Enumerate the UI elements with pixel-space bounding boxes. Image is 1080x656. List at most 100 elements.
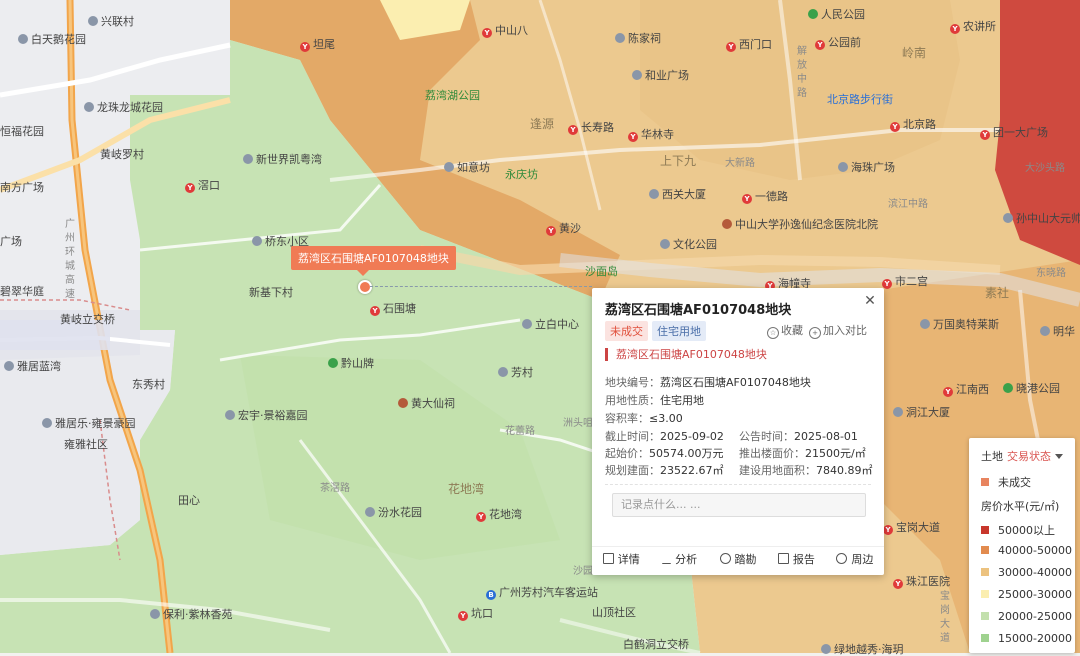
status-badge: 未成交 [605, 321, 648, 341]
map-label-temple[interactable]: 中山大学孙逸仙纪念医院北院 [722, 218, 878, 231]
map-label-poi[interactable]: 明华 [1040, 325, 1075, 338]
map-label-metro[interactable]: Y 中山八 [482, 24, 528, 38]
field-deadline: 截止时间：2025-09-02 [605, 430, 724, 443]
field-announce: 公告时间：2025-08-01 [739, 430, 858, 443]
map-label-poi[interactable]: 宏宇·景裕嘉园 [225, 409, 308, 422]
favorite-button[interactable]: ☆ 收藏 [767, 322, 803, 339]
map-label-metro[interactable]: Y 西门口 [726, 38, 772, 52]
map-label-metro[interactable]: Y 宝岗大道 [883, 521, 940, 535]
map-label-green[interactable]: 永庆坊 [505, 168, 538, 181]
map-label-poi[interactable]: 文化公园 [660, 238, 717, 251]
popup-divider [605, 484, 871, 485]
map-label-poi[interactable]: 新世界凯粤湾 [243, 153, 322, 166]
legend-price-item: 50000以上 [981, 522, 1055, 538]
add-compare-button[interactable]: + 加入对比 [809, 322, 867, 339]
close-icon[interactable]: ✕ [860, 291, 880, 311]
metro-icon: Y [300, 42, 310, 52]
map-label-poi[interactable]: 海珠广场 [838, 161, 895, 174]
map-label-metro[interactable]: Y 石围塘 [370, 302, 416, 316]
bus-icon: B [486, 590, 496, 600]
map-label-poi[interactable]: 如意坊 [444, 161, 490, 174]
memo-input[interactable]: 记录点什么... ... [612, 493, 866, 517]
legend-price-item: 40000-50000 [981, 544, 1072, 557]
popup-title: 荔湾区石围塘AF0107048地块 [605, 303, 792, 318]
map-label-temple[interactable]: 黄大仙祠 [398, 397, 455, 410]
target-icon [836, 553, 848, 564]
map-label-road: 解放中路 [797, 46, 807, 99]
map-label-poi[interactable]: 汾水花园 [365, 506, 422, 519]
chevron-down-icon [1055, 454, 1063, 459]
map-label-metro[interactable]: Y 农讲所 [950, 20, 996, 34]
map-label-poi[interactable]: 芳村 [498, 366, 533, 379]
metro-icon: Y [476, 512, 486, 522]
map-label-green[interactable]: 沙面岛 [585, 265, 618, 278]
map-label-poi[interactable]: 雅居乐·雍景豪园 [42, 417, 136, 430]
poi-icon [252, 236, 262, 246]
map-label-metro[interactable]: Y 花地湾 [476, 508, 522, 522]
map-legend: 土地 交易状态 未成交 房价水平(元/㎡) 50000以上 40000-50000 3… [969, 438, 1075, 653]
analysis-button[interactable]: 分析 [650, 547, 708, 575]
map-label-poi[interactable]: 龙珠龙城花园 [84, 101, 163, 114]
map-label-poi[interactable]: 陈家祠 [615, 32, 661, 45]
map-label-park[interactable]: 人民公园 [808, 8, 865, 21]
map-label-blue[interactable]: 北京路步行街 [827, 93, 893, 106]
poi-icon [649, 189, 659, 199]
map-label-road: 东晓路 [1036, 268, 1066, 279]
metro-icon: Y [742, 194, 752, 204]
map-label-poi[interactable]: 保利·紫林香苑 [150, 608, 233, 621]
map-label-poi[interactable]: 洞江大厦 [893, 406, 950, 419]
legend-layer-selector[interactable]: 土地 交易状态 [981, 448, 1063, 464]
map-label-road: 滨江中路 [888, 199, 928, 210]
map-label-plain: 新基下村 [249, 286, 293, 299]
map-label-plain: 东秀村 [132, 378, 165, 391]
map-label-metro[interactable]: Y 滘口 [185, 179, 220, 193]
park-icon [1003, 383, 1013, 393]
map-label-poi[interactable]: 白天鹅花园 [18, 33, 86, 46]
map-label-bus[interactable]: B 广州芳村汽车客运站 [486, 586, 598, 600]
plot-marker-label[interactable]: 荔湾区石围塘AF0107048地块 [291, 246, 456, 276]
details-button[interactable]: 详情 [592, 547, 650, 575]
map-label-metro[interactable]: Y 市二宫 [882, 275, 928, 289]
map-label-plain: 恒福花园 [0, 125, 44, 138]
map-label-park[interactable]: 晓港公园 [1003, 382, 1060, 395]
map-label-poi[interactable]: 绿地越秀·海玥 [821, 643, 904, 656]
map-label-poi[interactable]: 雅居蓝湾 [4, 360, 61, 373]
poi-icon [42, 418, 52, 428]
poi-icon [893, 407, 903, 417]
map-label-poi[interactable]: 兴联村 [88, 15, 134, 28]
nearby-button[interactable]: 周边 [826, 547, 884, 575]
map-label-metro[interactable]: Y 团一大广场 [980, 126, 1048, 140]
map-label-plain: 黄岐立交桥 [60, 313, 115, 326]
legend-status-item: 未成交 [981, 474, 1031, 490]
map-label-metro[interactable]: Y 华林寺 [628, 128, 674, 142]
legend-swatch [981, 590, 989, 598]
map-label-metro[interactable]: Y 坑口 [458, 607, 493, 621]
map-label-metro[interactable]: Y 江南西 [943, 383, 989, 397]
metro-icon: Y [883, 525, 893, 535]
map-label-poi[interactable]: 和业广场 [632, 69, 689, 82]
survey-button[interactable]: 踏勘 [709, 547, 767, 575]
plot-marker[interactable] [358, 280, 372, 294]
map-label-green[interactable]: 荔湾湖公园 [425, 89, 480, 102]
map-label-poi[interactable]: 孙中山大元帅府纪念馆 [1003, 212, 1080, 225]
map-label-metro[interactable]: Y 公园前 [815, 36, 861, 50]
map-label-metro[interactable]: Y 北京路 [890, 118, 936, 132]
map-label-poi[interactable]: 西关大厦 [649, 188, 706, 201]
map-label-metro[interactable]: Y 长寿路 [568, 121, 614, 135]
map-label-metro[interactable]: Y 坦尾 [300, 38, 335, 52]
poi-icon [615, 33, 625, 43]
map-label-metro[interactable]: Y 黄沙 [546, 222, 581, 236]
map-label-metro[interactable]: Y 珠江医院 [893, 575, 950, 589]
metro-icon: Y [458, 611, 468, 621]
metro-icon: Y [980, 130, 990, 140]
legend-swatch [981, 526, 989, 534]
map-label-poi[interactable]: 立白中心 [522, 318, 579, 331]
metro-icon: Y [882, 279, 892, 289]
report-button[interactable]: 报告 [767, 547, 825, 575]
marker-connector-line [370, 286, 592, 287]
map-label-metro[interactable]: Y 一德路 [742, 190, 788, 204]
legend-swatch [981, 546, 989, 554]
park-icon [328, 358, 338, 368]
map-label-park[interactable]: 黔山牌 [328, 357, 374, 370]
map-label-poi[interactable]: 万国奥特莱斯 [920, 318, 999, 331]
